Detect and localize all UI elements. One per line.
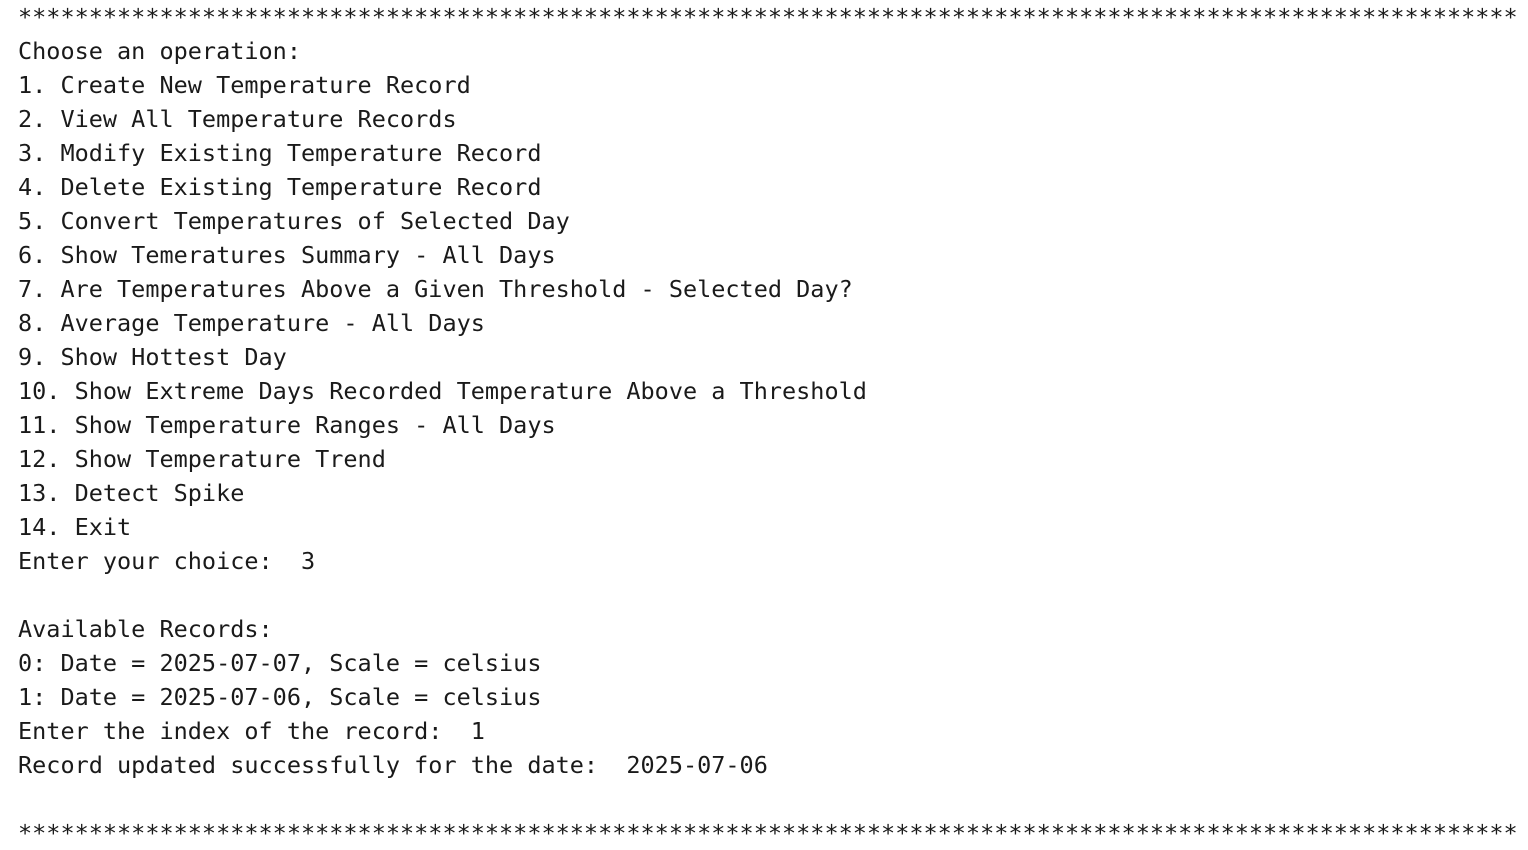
menu-item: 13. Detect Spike (18, 479, 245, 507)
menu-item: 5. Convert Temperatures of Selected Day (18, 207, 570, 235)
choice-input-line[interactable]: Enter your choice: 3 (18, 544, 1518, 578)
records-heading: Available Records: (18, 615, 273, 643)
menu-prompt: Choose an operation: (18, 37, 301, 65)
menu-item: 9. Show Hottest Day (18, 343, 287, 371)
menu-item: 2. View All Temperature Records (18, 105, 457, 133)
result-message: Record updated successfully for the date… (18, 751, 768, 779)
menu-item: 12. Show Temperature Trend (18, 445, 386, 473)
console-output: ****************************************… (18, 0, 1518, 850)
menu-item: 10. Show Extreme Days Recorded Temperatu… (18, 377, 867, 405)
menu-item: 8. Average Temperature - All Days (18, 309, 485, 337)
menu-item: 14. Exit (18, 513, 132, 541)
menu-item: 1. Create New Temperature Record (18, 71, 471, 99)
menu-item: 4. Delete Existing Temperature Record (18, 173, 542, 201)
menu-item: 3. Modify Existing Temperature Record (18, 139, 542, 167)
menu-item: 6. Show Temeratures Summary - All Days (18, 241, 556, 269)
record-item: 1: Date = 2025-07-06, Scale = celsius (18, 683, 542, 711)
record-item: 0: Date = 2025-07-07, Scale = celsius (18, 649, 542, 677)
separator-bottom: ****************************************… (18, 819, 1518, 847)
menu-item: 7. Are Temperatures Above a Given Thresh… (18, 275, 853, 303)
index-input-line[interactable]: Enter the index of the record: 1 (18, 714, 1518, 748)
separator-top: ****************************************… (18, 3, 1518, 31)
menu-item: 11. Show Temperature Ranges - All Days (18, 411, 556, 439)
